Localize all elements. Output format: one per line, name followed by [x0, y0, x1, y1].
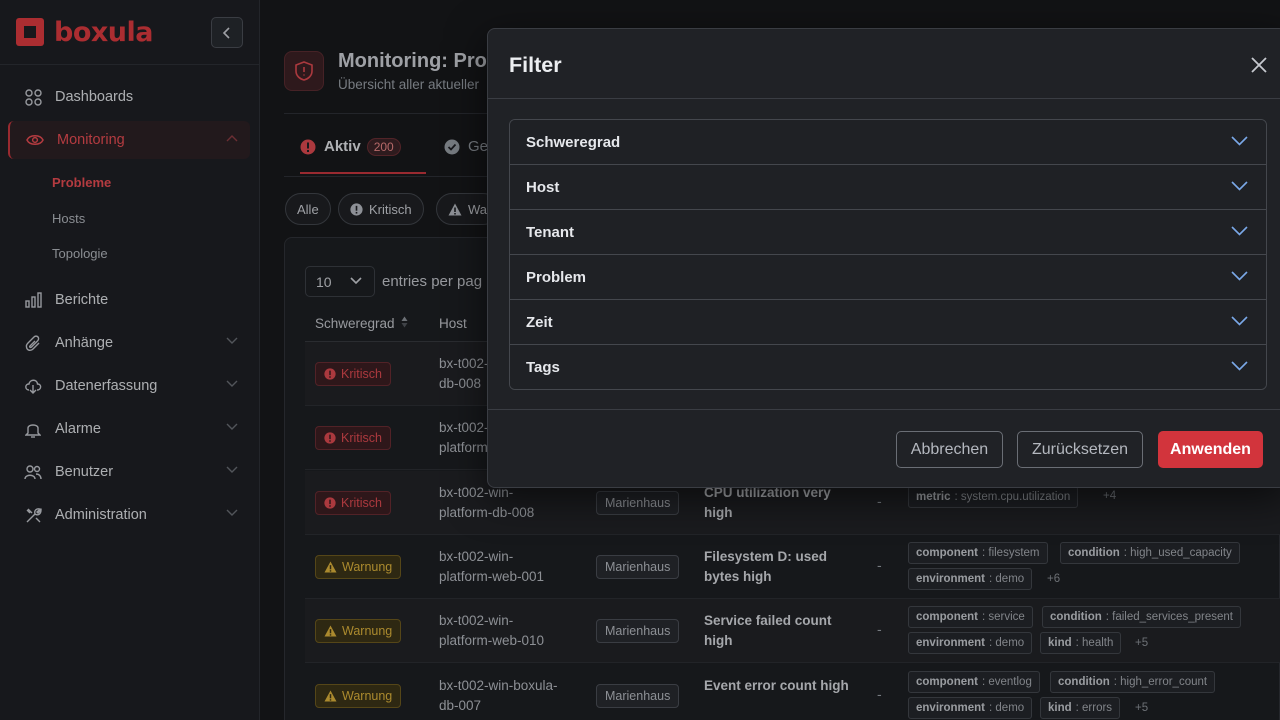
- reset-button[interactable]: Zurücksetzen: [1017, 431, 1143, 468]
- modal-header-divider: [488, 98, 1280, 99]
- accordion-label: Problem: [526, 268, 587, 286]
- filter-modal: Filter Schweregrad Host Tenant Problem Zeit T…: [487, 28, 1280, 488]
- chevron-down-icon: [1231, 136, 1248, 146]
- chevron-down-icon: [1231, 181, 1248, 191]
- accordion-item-zeit[interactable]: Zeit: [510, 300, 1266, 345]
- chevron-down-icon: [1231, 361, 1248, 371]
- chevron-down-icon: [1231, 271, 1248, 281]
- accordion-label: Zeit: [526, 313, 553, 331]
- accordion-label: Tenant: [526, 223, 575, 241]
- accordion-label: Host: [526, 178, 560, 196]
- modal-footer-divider: [488, 409, 1280, 410]
- accordion-item-host[interactable]: Host: [510, 165, 1266, 210]
- accordion-item-tenant[interactable]: Tenant: [510, 210, 1266, 255]
- modal-title: Filter: [509, 53, 562, 77]
- accordion-item-problem[interactable]: Problem: [510, 255, 1266, 300]
- close-icon[interactable]: [1249, 55, 1269, 75]
- chevron-down-icon: [1231, 316, 1248, 326]
- chevron-down-icon: [1231, 226, 1248, 236]
- accordion-item-schweregrad[interactable]: Schweregrad: [510, 120, 1266, 165]
- filter-accordion: Schweregrad Host Tenant Problem Zeit Tags: [509, 119, 1267, 390]
- apply-button[interactable]: Anwenden: [1158, 431, 1263, 468]
- cancel-button[interactable]: Abbrechen: [896, 431, 1003, 468]
- accordion-label: Tags: [526, 359, 560, 376]
- accordion-label: Schweregrad: [526, 133, 621, 151]
- accordion-item-tags[interactable]: Tags: [510, 345, 1266, 389]
